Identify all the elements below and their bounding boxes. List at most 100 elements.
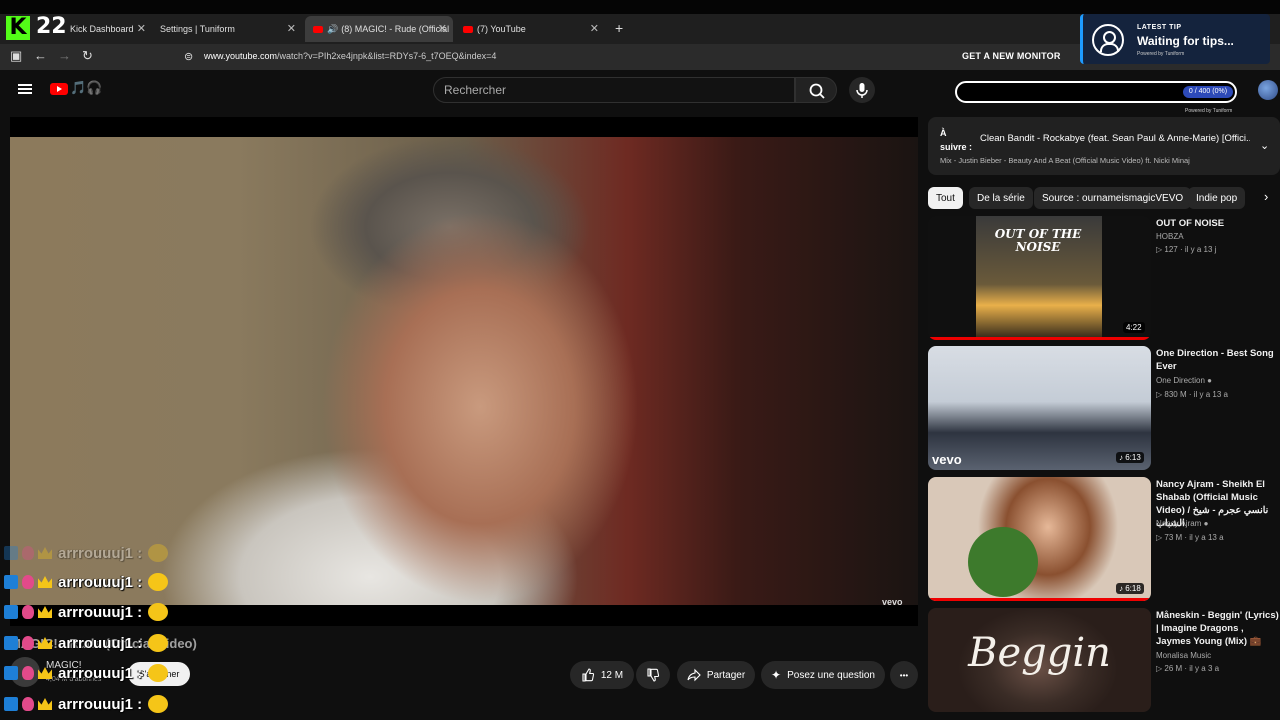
- kick-logo: K: [6, 16, 30, 40]
- chevron-down-icon[interactable]: ⌄: [1260, 139, 1269, 152]
- search-icon: [809, 83, 825, 99]
- tip-goal-powered: Powered by Tuniform: [1185, 108, 1233, 114]
- verified-icon: ●: [1207, 376, 1212, 385]
- recommendation-meta: ▷ 26 M · il y a 3 a: [1156, 664, 1220, 673]
- drop-badge-icon: [22, 546, 34, 560]
- chip-de-la-serie[interactable]: De la série: [969, 187, 1033, 209]
- forward-icon[interactable]: →: [58, 48, 71, 63]
- drop-badge-icon: [22, 575, 34, 589]
- voice-search-button[interactable]: [849, 77, 875, 103]
- back-icon[interactable]: ←: [34, 48, 47, 63]
- more-actions-button[interactable]: •••: [890, 661, 918, 689]
- youtube-favicon-icon: [463, 25, 473, 33]
- recommendation-meta: ▷ 127 · il y a 13 j: [1156, 245, 1217, 254]
- recommendation-title[interactable]: One Direction - Best Song Ever: [1156, 347, 1280, 373]
- emote-icon: [148, 634, 169, 652]
- watch-progress-bar: [928, 337, 1151, 340]
- recommendation-thumbnail[interactable]: Beggin: [928, 608, 1151, 712]
- up-next-mix[interactable]: Mix - Justin Bieber - Beauty And A Beat …: [940, 156, 1260, 165]
- chat-message: arrrouuuj1 :: [4, 572, 169, 592]
- chat-username: arrrouuuj1 :: [58, 695, 143, 713]
- close-icon[interactable]: ✕: [287, 22, 296, 35]
- tab-youtube[interactable]: (7) YouTube ✕: [455, 16, 605, 42]
- tab-magic-rude[interactable]: 🔊 (8) MAGIC! - Rude (Official ✕: [305, 16, 453, 42]
- youtube-doodle[interactable]: 🎵🎧: [70, 80, 102, 96]
- top-strip: [0, 0, 1280, 14]
- verified-icon: ●: [1203, 519, 1209, 528]
- channel-name: One Direction: [1156, 376, 1205, 385]
- tab-kick-dashboard[interactable]: Kick Dashboard ✕: [62, 16, 152, 42]
- user-icon: [1092, 24, 1124, 56]
- menu-icon[interactable]: [18, 84, 32, 94]
- search-button[interactable]: [795, 77, 837, 103]
- url-field[interactable]: www.youtube.com/watch?v=PIh2xe4jnpk&list…: [204, 51, 496, 61]
- chat-username: arrrouuuj1 :: [58, 573, 143, 591]
- chevron-right-icon[interactable]: ›: [1264, 189, 1268, 204]
- chat-username: arrrouuuj1 :: [58, 634, 143, 652]
- chip-tout[interactable]: Tout: [928, 187, 963, 209]
- like-button[interactable]: 12 M: [570, 661, 634, 689]
- speaker-icon[interactable]: 🔊: [327, 24, 338, 35]
- thumbs-down-icon: [647, 668, 660, 682]
- tip-widget-powered: Powered by Tuniform: [1137, 51, 1185, 57]
- up-next-label: À suivre :: [940, 128, 973, 152]
- recommendation-channel[interactable]: One Direction ●: [1156, 376, 1212, 385]
- share-label: Partager: [706, 669, 746, 681]
- video-duration: 4:22: [1123, 322, 1145, 333]
- recommendation-title[interactable]: OUT OF NOISE: [1156, 217, 1280, 230]
- subscriber-badge-icon: [4, 605, 18, 619]
- emote-icon: [148, 695, 169, 713]
- sparkle-icon: ✦: [771, 668, 782, 682]
- drop-badge-icon: [22, 605, 34, 619]
- share-button[interactable]: Partager: [677, 661, 755, 689]
- crown-badge-icon: [38, 667, 52, 679]
- channel-name: Nancy Ajram: [1156, 519, 1202, 528]
- up-next-title[interactable]: Clean Bandit - Rockabye (feat. Sean Paul…: [980, 133, 1250, 144]
- recommendation-channel[interactable]: Monalisa Music: [1156, 651, 1211, 660]
- sidebar-toggle-icon[interactable]: ▣: [10, 48, 22, 64]
- avatar[interactable]: [1258, 80, 1278, 100]
- site-info-icon[interactable]: ⊜: [184, 50, 193, 63]
- tab-label: Kick Dashboard: [70, 24, 134, 34]
- watch-progress-bar: [928, 598, 1151, 601]
- recommendation-meta: ▷ 830 M · il y a 13 a: [1156, 390, 1228, 399]
- thumbnail-text: OUT OF THE NOISE: [994, 227, 1082, 254]
- recommendation-thumbnail[interactable]: ♪ 6:18: [928, 477, 1151, 601]
- video-duration: ♪ 6:18: [1116, 583, 1144, 594]
- recommendation-channel[interactable]: HOBZA: [1156, 232, 1184, 241]
- new-tab-button[interactable]: +: [615, 20, 623, 36]
- close-icon[interactable]: ✕: [590, 22, 599, 35]
- dislike-button[interactable]: [636, 661, 670, 689]
- youtube-favicon-icon: [313, 25, 323, 33]
- recommendation-thumbnail[interactable]: vevo ♪ 6:13: [928, 346, 1151, 470]
- tip-widget-text: Waiting for tips...: [1137, 34, 1234, 48]
- youtube-logo-icon[interactable]: [50, 83, 68, 95]
- chat-message: arrrouuuj1 :: [4, 633, 169, 653]
- ask-question-button[interactable]: ✦ Posez une question: [761, 661, 885, 689]
- crown-badge-icon: [38, 576, 52, 588]
- close-icon[interactable]: ✕: [137, 22, 146, 35]
- url-host: www.youtube.com: [204, 51, 278, 61]
- chip-source[interactable]: Source : ournameismagicVEVO: [1034, 187, 1192, 209]
- tab-label: Settings | Tuniform: [160, 24, 235, 34]
- duration-text: 6:18: [1125, 584, 1141, 593]
- video-duration: ♪ 6:13: [1116, 452, 1144, 463]
- vevo-watermark: vevo: [882, 597, 903, 607]
- drop-badge-icon: [22, 697, 34, 711]
- video-frame[interactable]: [10, 137, 918, 605]
- tab-settings-tuniform[interactable]: Settings | Tuniform ✕: [152, 16, 302, 42]
- recommendation-channel[interactable]: Nancy Ajram ●: [1156, 519, 1208, 528]
- chat-message: arrrouuuj1 :: [4, 602, 169, 622]
- like-count: 12 M: [600, 669, 624, 681]
- recommendation-title[interactable]: Måneskin - Beggin' (Lyrics) | Imagine Dr…: [1156, 609, 1280, 648]
- recommendation-thumbnail[interactable]: OUT OF THE NOISE 4:22: [928, 216, 1151, 340]
- up-next-panel[interactable]: [928, 117, 1280, 175]
- subscriber-badge-icon: [4, 666, 18, 680]
- url-path: /watch?v=PIh2xe4jnpk&list=RDYs7-6_t7OEQ&…: [277, 51, 497, 61]
- close-icon[interactable]: ✕: [438, 22, 447, 35]
- chat-username: arrrouuuj1 :: [58, 544, 143, 562]
- chat-message: arrrouuuj1 :: [4, 663, 169, 683]
- drop-badge-icon: [22, 636, 34, 650]
- reload-icon[interactable]: ↻: [82, 48, 93, 64]
- chip-indie-pop[interactable]: Indie pop: [1188, 187, 1246, 209]
